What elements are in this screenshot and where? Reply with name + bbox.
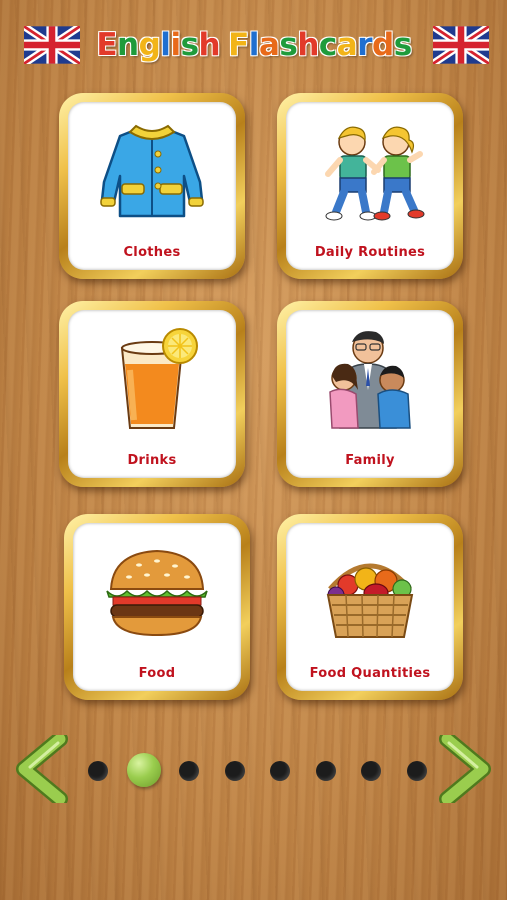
page-dot[interactable] xyxy=(224,761,245,781)
card-label: Daily Routines xyxy=(314,245,426,260)
kids-walking-icon xyxy=(325,126,425,221)
category-card-clothes[interactable]: Clothes xyxy=(59,93,245,279)
card-face: Food xyxy=(73,523,241,691)
category-card-food[interactable]: Food xyxy=(64,514,250,700)
page-dot-active[interactable] xyxy=(126,753,161,787)
app-header: English Flashcards xyxy=(0,0,507,90)
card-label: Drinks xyxy=(127,453,177,468)
category-card-drinks[interactable]: Drinks xyxy=(59,301,245,487)
burger-icon xyxy=(106,549,208,637)
coat-icon xyxy=(100,124,204,218)
uk-flag-icon xyxy=(24,26,80,64)
card-label: Family xyxy=(345,453,395,468)
page-dot[interactable] xyxy=(88,761,108,781)
page-dot[interactable] xyxy=(179,761,199,781)
card-face: Food Quantities xyxy=(286,523,454,691)
card-face: Family xyxy=(286,310,454,478)
family-hug-icon xyxy=(329,331,411,429)
page-dot[interactable] xyxy=(270,761,290,781)
pagination xyxy=(0,735,507,805)
uk-flag-icon xyxy=(433,26,489,64)
card-face: Daily Routines xyxy=(286,102,454,270)
category-card-daily-routines[interactable]: Daily Routines xyxy=(277,93,463,279)
card-face: Drinks xyxy=(68,310,236,478)
juice-glass-icon xyxy=(120,328,198,429)
card-label: Food Quantities xyxy=(309,666,431,681)
chevron-left-icon[interactable] xyxy=(16,735,72,803)
card-label: Food xyxy=(138,666,176,681)
category-card-food-quantities[interactable]: Food Quantities xyxy=(277,514,463,700)
card-face: Clothes xyxy=(68,102,236,270)
app-title: English Flashcards xyxy=(96,27,412,63)
page-dot[interactable] xyxy=(361,761,381,781)
page-dot[interactable] xyxy=(406,761,427,781)
page-dot[interactable] xyxy=(315,761,336,781)
chevron-right-icon[interactable] xyxy=(435,735,491,803)
category-card-family[interactable]: Family xyxy=(277,301,463,487)
card-label: Clothes xyxy=(123,245,181,260)
fruit-basket-icon xyxy=(326,563,414,638)
